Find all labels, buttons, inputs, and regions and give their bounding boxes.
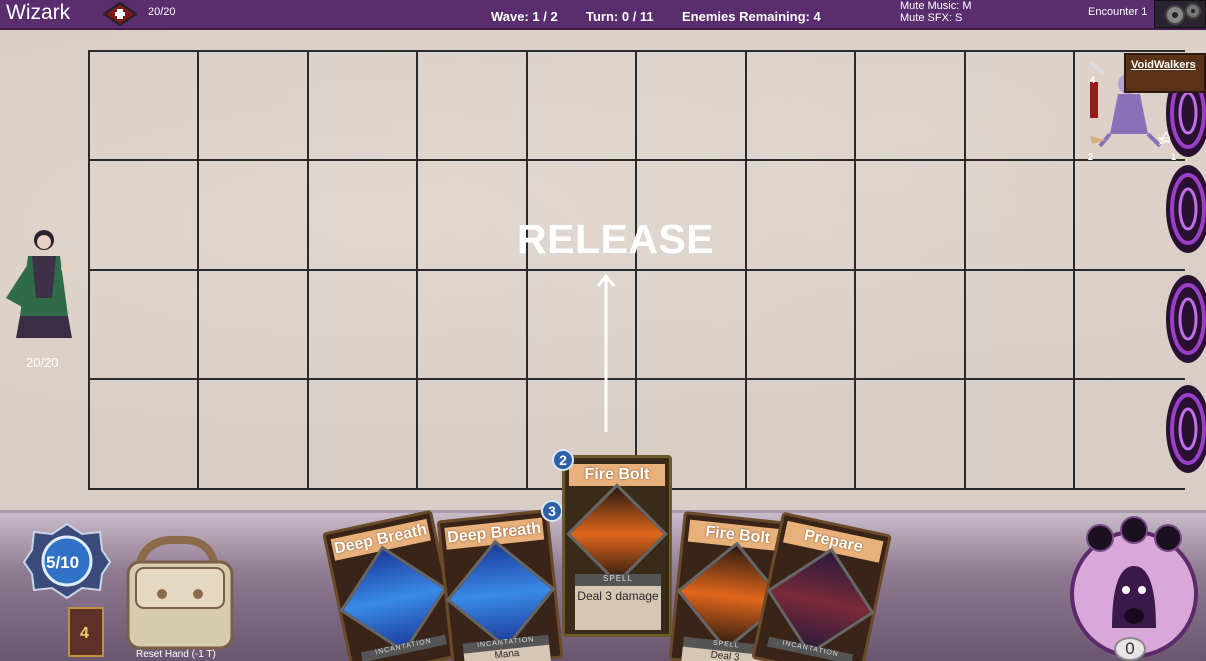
grid-line: [307, 50, 309, 490]
enemy-attack-value: 4: [1090, 75, 1096, 85]
void-portal: [1166, 165, 1206, 253]
fire-art: [566, 483, 668, 585]
enemy-count-value: 1: [1171, 152, 1177, 162]
game-title: Wizark: [6, 1, 71, 24]
boss-portrait: [1070, 516, 1198, 658]
encounter-label: Encounter 1: [1088, 6, 1148, 18]
mana-value: 5/10: [46, 553, 80, 572]
card-type: SPELL: [575, 574, 661, 586]
card-cost: 3: [541, 500, 563, 522]
grid-line: [88, 50, 90, 490]
hand-card-deep-breath-2[interactable]: Deep Breath INCANTATION Mana: [436, 508, 564, 661]
turn-counter: Turn: 0 / 11: [586, 9, 654, 24]
hand-card-fire-bolt-selected[interactable]: Fire Bolt SPELL Deal 3 damage: [562, 455, 672, 637]
void-portal: [1166, 275, 1206, 363]
grid-line: [416, 50, 418, 490]
deck-count: 4: [80, 625, 89, 642]
grid-line: [1073, 50, 1075, 490]
grid-line: [197, 50, 199, 490]
grid-line: [854, 50, 856, 490]
health-icon: [103, 2, 137, 26]
grid-line: [964, 50, 966, 490]
top-bar: Wizark 20/20 Wave: 1 / 2 Turn: 0 / 11 En…: [0, 0, 1206, 30]
boss-counter: 0: [1114, 637, 1146, 661]
grid-line: [745, 50, 747, 490]
settings-button[interactable]: [1154, 0, 1206, 28]
wave-counter: Wave: 1 / 2: [491, 9, 558, 24]
arrow-up-icon: [596, 273, 616, 432]
mute-music-hint: Mute Music: M: [900, 0, 972, 12]
card-description: Deal 3 damage: [575, 586, 661, 630]
void-portal: [1166, 385, 1206, 473]
ice-art: [445, 539, 556, 650]
release-instruction: RELEASE: [517, 216, 715, 262]
card-cost: 2: [552, 449, 574, 471]
enemy-name-plate: VoidWalkers: [1124, 53, 1206, 93]
player-health: 20/20: [26, 355, 59, 370]
reset-hand-label[interactable]: Reset Hand (-1 T): [136, 649, 216, 660]
satchel-icon[interactable]: [118, 532, 242, 654]
player-health-top: 20/20: [148, 6, 176, 18]
grid-line: [635, 50, 637, 490]
enemies-remaining: Enemies Remaining: 4: [682, 9, 821, 24]
grid-line: [526, 50, 528, 490]
player-wizard: [6, 230, 72, 338]
battle-grid[interactable]: [88, 50, 1185, 490]
mute-sfx-hint: Mute SFX: S: [900, 12, 963, 24]
enemy-name: VoidWalkers: [1131, 59, 1196, 71]
enemy-move-value: 2: [1088, 152, 1094, 162]
gear-icon: [1165, 3, 1201, 25]
